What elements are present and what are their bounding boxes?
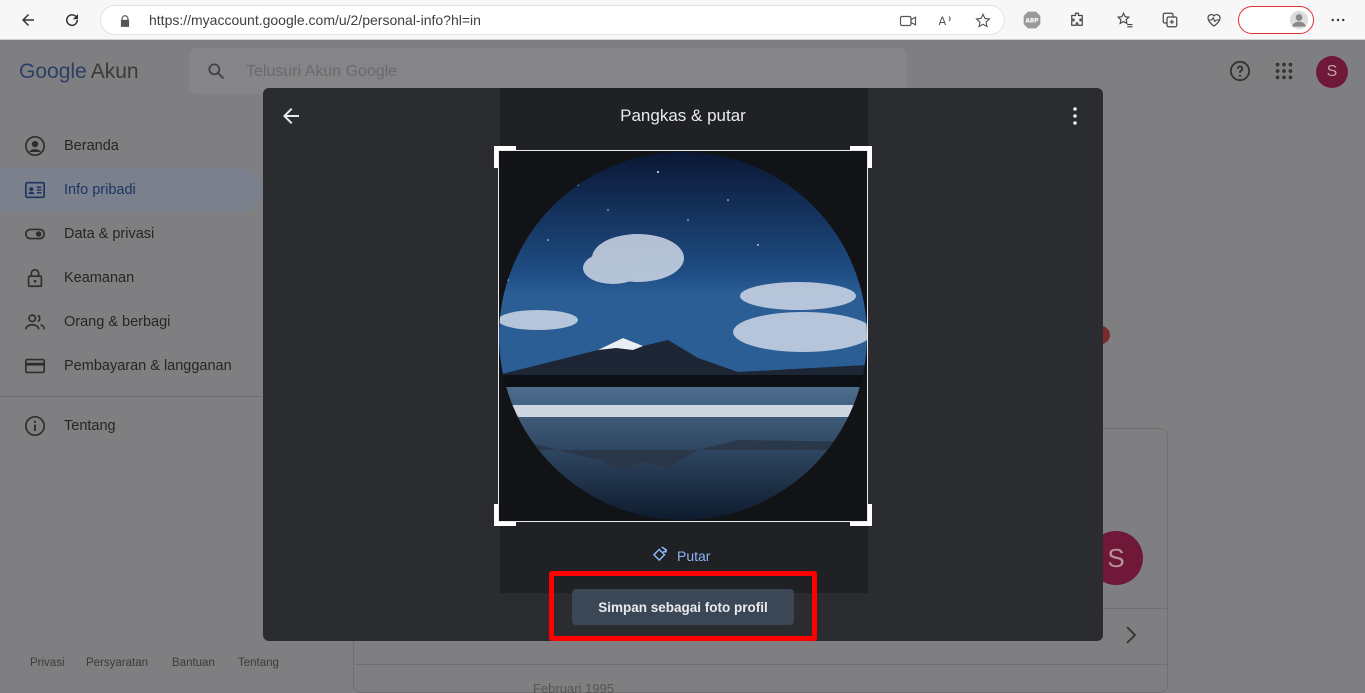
footer-link-tentang[interactable]: Tentang	[238, 657, 279, 669]
favorites-icon[interactable]	[1114, 9, 1136, 31]
sidebar-item-beranda[interactable]: Beranda	[0, 124, 262, 168]
reload-icon[interactable]	[56, 4, 88, 36]
more-vert-icon[interactable]	[1063, 104, 1087, 128]
search-placeholder: Telusuri Akun Google	[246, 63, 398, 80]
crop-handle-top-right[interactable]	[850, 146, 872, 168]
birthday-value: Februari 1995	[533, 681, 614, 693]
help-icon[interactable]	[1229, 60, 1251, 87]
footer-link-persyaratan[interactable]: Persyaratan	[86, 657, 148, 669]
sidebar-item-label: Info pribadi	[64, 182, 136, 198]
collections-icon[interactable]	[1159, 9, 1181, 31]
rotate-button[interactable]: Putar	[651, 545, 710, 566]
extensions-icon[interactable]	[1066, 9, 1088, 31]
account-circle-icon	[24, 135, 46, 157]
sidebar-item-keamanan[interactable]: Keamanan	[0, 256, 262, 300]
crop-handle-bottom-right[interactable]	[850, 504, 872, 526]
chevron-right-icon[interactable]	[1124, 625, 1138, 650]
footer-link-privasi[interactable]: Privasi	[30, 657, 65, 669]
rotate-icon	[651, 545, 669, 566]
people-icon	[24, 311, 46, 333]
logo-google: Google	[19, 60, 87, 83]
sidebar-item-tentang[interactable]: Tentang	[0, 404, 262, 448]
dialog-title: Pangkas & putar	[620, 106, 746, 125]
id-card-icon	[24, 179, 46, 201]
sidebar-item-label: Tentang	[64, 418, 116, 434]
read-aloud-icon[interactable]: A	[936, 11, 956, 31]
profile-button[interactable]	[1238, 6, 1314, 34]
svg-text:ABP: ABP	[1025, 19, 1039, 25]
health-icon[interactable]	[1203, 9, 1225, 31]
sidebar-item-label: Orang & berbagi	[64, 314, 171, 330]
svg-text:A: A	[939, 15, 947, 28]
sidebar-item-info-pribadi[interactable]: Info pribadi	[0, 168, 262, 212]
crop-handle-bottom-left[interactable]	[494, 504, 516, 526]
footer-link-bantuan[interactable]: Bantuan	[172, 657, 215, 669]
info-icon	[24, 415, 46, 437]
lock-icon	[24, 267, 46, 289]
sidebar-divider	[0, 396, 262, 397]
sidebar-item-orang-berbagi[interactable]: Orang & berbagi	[0, 300, 262, 344]
profile-avatar-icon	[1289, 10, 1309, 30]
rotate-label: Putar	[677, 547, 711, 564]
back-arrow-icon[interactable]	[12, 4, 44, 36]
sidebar-item-label: Keamanan	[64, 270, 135, 286]
credit-card-icon	[24, 355, 46, 377]
sidebar-item-pembayaran[interactable]: Pembayaran & langganan	[0, 344, 262, 388]
crop-handle-top-left[interactable]	[494, 146, 516, 168]
card-divider	[353, 664, 1168, 665]
crop-rotate-dialog: Pangkas & putar Putar Simpan sebagai fot…	[263, 88, 1103, 641]
video-icon[interactable]	[898, 11, 918, 31]
google-account-logo[interactable]: Google Akun	[19, 60, 139, 84]
more-menu-icon[interactable]	[1327, 9, 1349, 31]
search-icon	[206, 61, 226, 86]
address-bar[interactable]: https://myaccount.google.com/u/2/persona…	[100, 5, 1005, 35]
favorite-add-icon[interactable]	[973, 11, 993, 31]
logo-akun: Akun	[90, 60, 139, 83]
account-avatar[interactable]: S	[1316, 56, 1348, 88]
browser-toolbar: https://myaccount.google.com/u/2/persona…	[0, 0, 1365, 40]
sidebar-item-label: Data & privasi	[64, 226, 155, 242]
sidebar-item-data-privasi[interactable]: Data & privasi	[0, 212, 262, 256]
toggle-icon	[24, 223, 46, 245]
sidebar-item-label: Beranda	[64, 138, 119, 154]
crop-frame	[498, 150, 868, 522]
url-text[interactable]: https://myaccount.google.com/u/2/persona…	[149, 12, 481, 28]
adblock-icon[interactable]: ABP	[1021, 9, 1043, 31]
apps-grid-icon[interactable]	[1273, 60, 1295, 87]
lock-icon[interactable]	[115, 11, 135, 31]
save-as-profile-photo-button[interactable]: Simpan sebagai foto profil	[572, 589, 794, 625]
sidebar-item-label: Pembayaran & langganan	[64, 358, 232, 374]
